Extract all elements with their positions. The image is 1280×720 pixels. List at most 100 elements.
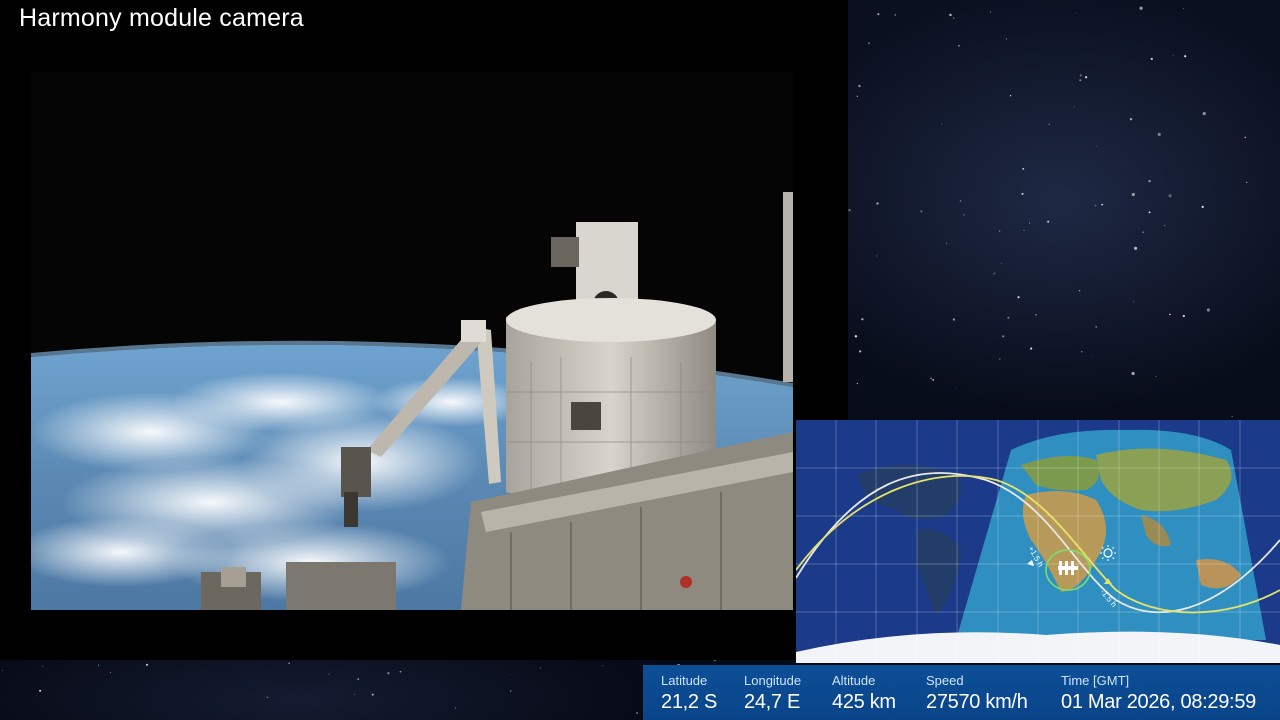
star — [932, 378, 935, 381]
earth-view-image — [31, 72, 793, 610]
star — [1048, 123, 1050, 125]
star — [859, 350, 862, 353]
ground-track-map[interactable]: +1.5 h -1.5 h — [796, 420, 1280, 663]
star — [1183, 8, 1185, 10]
star — [1157, 132, 1161, 136]
star — [894, 14, 896, 16]
star — [1047, 220, 1050, 223]
speed-value: 27570 km/h — [926, 691, 1028, 713]
star — [1094, 204, 1097, 207]
star — [1030, 347, 1033, 350]
star — [1005, 38, 1008, 40]
star — [1164, 225, 1166, 227]
star — [328, 673, 330, 675]
star — [354, 693, 355, 695]
star — [1150, 57, 1153, 61]
star — [1172, 54, 1174, 56]
star — [1131, 371, 1135, 376]
star — [399, 670, 402, 673]
star — [1169, 313, 1171, 316]
star — [98, 664, 100, 666]
latitude-label: Latitude — [661, 673, 708, 688]
star — [1134, 246, 1138, 250]
star — [876, 255, 878, 257]
camera-feed-view[interactable] — [31, 72, 793, 610]
star — [1231, 415, 1233, 417]
longitude-label: Longitude — [744, 673, 802, 688]
star — [1035, 313, 1037, 316]
star — [953, 17, 955, 19]
star — [1201, 205, 1204, 209]
star — [510, 674, 512, 676]
star — [2, 670, 3, 671]
world-map: +1.5 h -1.5 h — [796, 420, 1280, 663]
star — [1075, 12, 1077, 14]
star — [1133, 300, 1134, 302]
star — [946, 242, 947, 244]
star — [1078, 290, 1081, 292]
camera-feed-title: Harmony module camera — [19, 4, 304, 32]
star — [1139, 6, 1143, 10]
star — [1155, 375, 1157, 378]
star — [877, 13, 880, 16]
star — [954, 388, 956, 390]
star — [1101, 203, 1104, 206]
time-value: 01 Mar 2026, 08:29:59 — [1061, 691, 1256, 713]
star — [876, 202, 879, 205]
star — [854, 335, 858, 338]
star — [1246, 181, 1248, 184]
altitude-value: 425 km — [832, 691, 896, 713]
star — [636, 711, 639, 715]
star — [930, 377, 933, 380]
star — [266, 696, 269, 699]
star — [288, 662, 290, 664]
star — [1206, 308, 1210, 312]
star — [1202, 112, 1206, 116]
star — [387, 672, 390, 675]
star — [848, 208, 851, 212]
star — [1148, 179, 1151, 183]
camera-feed-frame: Harmony module camera — [0, 0, 848, 660]
star — [920, 210, 923, 213]
star — [1148, 211, 1151, 214]
star — [941, 123, 943, 125]
star — [39, 689, 42, 692]
star — [1168, 194, 1172, 198]
star — [109, 672, 111, 674]
star — [1092, 355, 1093, 357]
star — [1002, 335, 1005, 338]
star — [949, 13, 952, 17]
star — [1009, 95, 1012, 97]
star — [1142, 231, 1144, 233]
star — [868, 42, 870, 45]
latitude-value: 21,2 S — [661, 691, 718, 713]
star — [1129, 118, 1133, 121]
star — [357, 678, 360, 680]
star — [42, 665, 44, 668]
time-label: Time [GMT] — [1061, 673, 1130, 688]
speed-label: Speed — [926, 673, 964, 688]
star — [1095, 145, 1097, 147]
star — [952, 318, 955, 321]
star — [1184, 55, 1187, 58]
star — [1244, 136, 1247, 139]
star — [958, 44, 960, 47]
star — [1182, 314, 1185, 318]
star — [1017, 296, 1020, 299]
star — [1007, 316, 1010, 319]
star — [1079, 79, 1082, 82]
star — [993, 272, 996, 275]
longitude-value: 24,7 E — [744, 691, 801, 713]
star — [145, 663, 149, 666]
star — [1131, 192, 1135, 197]
star — [963, 214, 965, 216]
telemetry-bar: Latitude 21,2 S Longitude 24,7 E Altitud… — [643, 665, 1280, 720]
star — [1127, 164, 1128, 166]
star — [858, 84, 861, 88]
star — [1021, 192, 1024, 195]
star — [1022, 168, 1025, 170]
star — [1000, 262, 1002, 264]
star — [602, 665, 604, 667]
star — [1023, 229, 1025, 232]
star — [1084, 76, 1088, 79]
